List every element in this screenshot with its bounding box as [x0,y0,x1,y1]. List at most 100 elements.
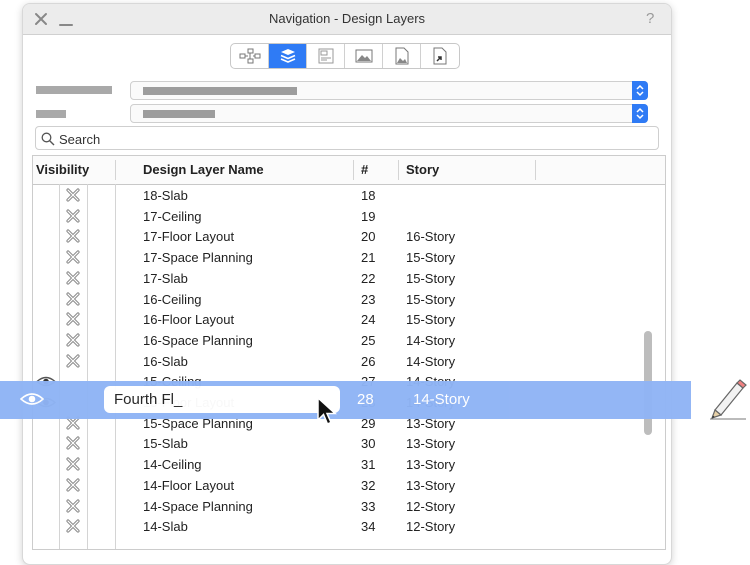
chevron-updown-icon [632,81,648,100]
table-row[interactable]: 17-Slab 22 15-Story [33,269,665,290]
filter-select-2[interactable] [130,104,648,123]
view-mode-toolbar [230,43,460,69]
layer-number: 19 [361,208,376,224]
column-story[interactable]: Story [406,156,439,184]
filter-select-1[interactable] [130,81,648,100]
layer-story: 12-Story [406,519,456,535]
pencil-icon [710,379,747,420]
layer-name: 14-Ceiling [143,457,202,473]
layer-name: 14-Space Planning [143,498,253,514]
header-divider [353,160,354,180]
navigation-window: Navigation - Design Layers ? Search Visi… [22,3,672,565]
table-row[interactable]: 16-Ceiling 23 15-Story [33,290,665,311]
image-button[interactable] [345,44,383,68]
layer-name: 16-Space Planning [143,332,253,348]
chevron-updown-icon [632,104,648,123]
layer-number: 32 [361,477,376,493]
column-visibility[interactable]: Visibility [36,156,89,184]
layer-name: 18-Slab [143,188,188,203]
layer-number: 26 [361,353,376,369]
dragged-row-number: 28 [357,391,374,408]
table-row[interactable]: 14-Ceiling 31 13-Story [33,455,665,476]
layer-name: 14-Slab [143,519,188,535]
layer-name: 17-Space Planning [143,250,253,266]
hidden-icon[interactable] [66,457,80,471]
table-row[interactable]: 17-Ceiling 19 [33,207,665,228]
hidden-icon[interactable] [66,209,80,223]
hidden-icon[interactable] [66,519,80,533]
filter-select-2-value [143,110,215,118]
design-layers-table: Visibility Design Layer Name # Story 18-… [32,155,666,550]
table-row[interactable]: 17-Floor Layout 20 16-Story [33,227,665,248]
layer-number: 31 [361,457,376,473]
table-row[interactable]: 15-Slab 30 13-Story [33,434,665,455]
layer-number: 23 [361,291,376,307]
hidden-icon[interactable] [66,250,80,264]
search-placeholder: Search [59,132,101,147]
table-row[interactable]: 16-Floor Layout 24 15-Story [33,310,665,331]
layer-name: 17-Slab [143,270,188,286]
layer-number: 25 [361,332,376,348]
viewport-icon [318,48,333,64]
eye-icon[interactable] [20,391,44,407]
table-row[interactable]: 14-Space Planning 33 12-Story [33,497,665,518]
layer-story: 15-Story [406,312,456,328]
layer-story: 15-Story [406,250,456,266]
layer-number: 20 [361,229,376,245]
layer-name: 16-Ceiling [143,291,202,307]
header-divider [115,160,116,180]
layer-number: 33 [361,498,376,514]
title-bar: Navigation - Design Layers ? [23,4,671,35]
table-row[interactable]: 18-Slab 18 [33,186,665,207]
hidden-icon[interactable] [66,353,80,368]
layer-number: 24 [361,312,376,328]
header-divider [398,160,399,180]
search-icon [41,132,55,146]
class-hierarchy-button[interactable] [231,44,269,68]
layer-story: 13-Story [406,457,456,473]
hidden-icon[interactable] [66,229,80,243]
mouse-pointer-icon [317,396,337,425]
column-layer-name[interactable]: Design Layer Name [143,156,264,184]
layer-story: 15-Story [406,291,456,307]
layer-story: 12-Story [406,498,456,514]
help-button[interactable]: ? [646,10,654,27]
layer-number: 18 [361,188,376,203]
layer-name: 15-Slab [143,436,188,452]
hidden-icon[interactable] [66,291,80,306]
symbols-button[interactable] [421,44,459,68]
search-field[interactable]: Search [35,126,659,150]
hidden-icon[interactable] [66,312,80,326]
viewports-button[interactable] [307,44,345,68]
layer-story: 15-Story [406,270,456,286]
table-row[interactable]: 16-Space Planning 25 14-Story [33,331,665,352]
table-row[interactable]: 17-Space Planning 21 15-Story [33,248,665,269]
hidden-icon[interactable] [66,478,80,492]
hidden-icon[interactable] [66,333,80,347]
layer-name-input[interactable]: Fourth Fl_ [104,386,340,413]
table-row[interactable]: 16-Slab 26 14-Story [33,352,665,373]
layer-name: 17-Floor Layout [143,229,235,245]
layer-story: 14-Story [406,353,456,369]
hidden-icon[interactable] [66,271,80,285]
window-title: Navigation - Design Layers [268,11,426,26]
table-row[interactable]: 14-Floor Layout 32 13-Story [33,476,665,497]
sheet-layers-button[interactable] [383,44,421,68]
image-icon [355,49,372,63]
table-row[interactable]: 14-Slab 34 12-Story [33,517,665,538]
layer-story: 16-Story [406,229,456,245]
hidden-icon[interactable] [66,188,80,202]
table-header: Visibility Design Layer Name # Story [33,156,665,185]
column-number[interactable]: # [361,156,368,184]
layers-icon [280,49,295,63]
hidden-icon[interactable] [66,498,80,513]
design-layers-button[interactable] [269,44,307,68]
header-divider [535,160,536,180]
layer-name: 17-Ceiling [143,208,202,224]
layer-name: 16-Floor Layout [143,312,235,328]
dragged-row[interactable]: Fourth Fl_ 28 14-Story [0,381,691,419]
dragged-row-story: 14-Story [413,391,470,408]
sheet-icon [395,47,408,65]
filter-label-1 [36,86,112,94]
hidden-icon[interactable] [66,436,80,450]
